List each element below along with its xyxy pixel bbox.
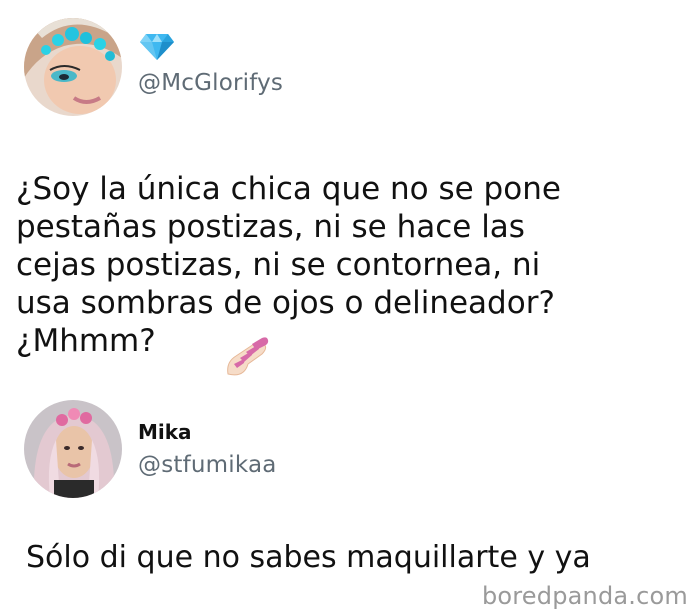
tweet-line: usa sombras de ojos o delineador? <box>16 285 555 321</box>
tweet-line: ¿Mhmm? <box>16 323 156 359</box>
tweet-line: cejas postizas, ni se contornea, ni <box>16 247 541 283</box>
reply-handle[interactable]: @stfumikaa <box>138 452 277 478</box>
reply-text: Sólo di que no sabes maquillarte y ya <box>26 540 591 575</box>
tweet-line: ¿Soy la única chica que no se pone <box>16 171 561 207</box>
nail-polish-icon <box>224 334 270 385</box>
reply-avatar[interactable] <box>24 400 122 498</box>
tweet-text: ¿Soy la única chica que no se pone pesta… <box>16 170 561 360</box>
reply-display-name[interactable]: Mika <box>138 420 192 444</box>
author-handle[interactable]: @McGlorifys <box>138 70 283 96</box>
tweet-line: pestañas postizas, ni se hace las <box>16 209 525 245</box>
watermark: boredpanda.com <box>481 582 688 610</box>
diamond-icon <box>140 34 174 65</box>
author-avatar[interactable] <box>24 18 122 116</box>
